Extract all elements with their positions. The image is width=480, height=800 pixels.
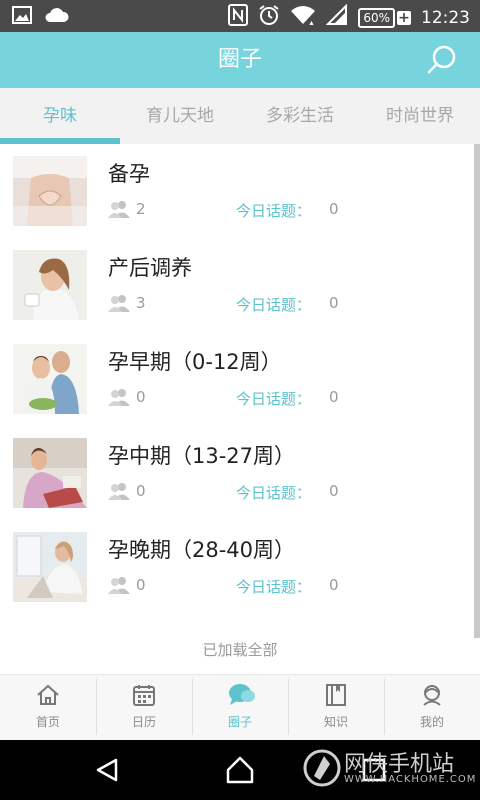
battery-level: 60% — [358, 7, 395, 28]
list-item[interactable]: 备孕 2 今日话题： 0 — [0, 144, 476, 238]
group-name: 产后调养 — [108, 256, 192, 280]
topics-label: 今日话题： — [236, 390, 312, 408]
group-thumbnail — [13, 438, 87, 508]
topics-count: 0 — [329, 294, 339, 312]
nav-calendar[interactable]: 日历 — [96, 675, 192, 741]
image-icon — [12, 6, 32, 28]
app-header: 圈子 — [0, 32, 480, 88]
calendar-icon — [132, 683, 156, 707]
nav-label: 知识 — [323, 715, 348, 729]
member-count: 0 — [136, 482, 146, 500]
nfc-icon — [228, 4, 249, 31]
tab-fashion[interactable]: 时尚世界 — [360, 88, 480, 144]
scrollbar[interactable] — [474, 144, 480, 638]
topics-count: 0 — [329, 200, 339, 218]
topics-label: 今日话题： — [236, 296, 312, 314]
page-title: 圈子 — [217, 47, 262, 72]
tab-lifestyle[interactable]: 多彩生活 — [240, 88, 360, 144]
home-button-icon[interactable] — [224, 754, 256, 786]
topics-label: 今日话题： — [236, 484, 312, 502]
category-tabs: 孕味 育儿天地 多彩生活 时尚世界 — [0, 88, 480, 144]
members-icon — [108, 293, 130, 313]
profile-icon — [420, 683, 444, 707]
topics-count: 0 — [329, 388, 339, 406]
members-icon — [108, 575, 130, 595]
chat-bubbles-icon — [228, 683, 255, 707]
list-item[interactable]: 孕晚期（28-40周） 0 今日话题： 0 — [0, 520, 476, 614]
topics-label: 今日话题： — [236, 578, 312, 596]
wifi-icon: ▲▼ — [290, 4, 322, 31]
group-thumbnail — [13, 156, 87, 226]
svg-text:▲▼: ▲▼ — [308, 20, 316, 26]
members-icon — [108, 199, 130, 219]
system-nav-bar: 网侠手机站 WWW.HACKHOME.COM — [0, 740, 480, 800]
battery-charging-icon: 60% + — [358, 7, 411, 28]
members-icon — [108, 387, 130, 407]
search-icon[interactable] — [426, 44, 458, 76]
back-icon[interactable] — [92, 754, 124, 786]
nav-mine[interactable]: 我的 — [384, 675, 480, 741]
group-name: 孕早期（0-12周） — [108, 350, 282, 374]
all-loaded-text: 已加载全部 — [202, 641, 278, 659]
nav-home[interactable]: 首页 — [0, 675, 96, 741]
group-thumbnail — [13, 532, 87, 602]
list-item[interactable]: 孕中期（13-27周） 0 今日话题： 0 — [0, 426, 476, 520]
home-icon — [36, 683, 60, 707]
tab-parenting[interactable]: 育儿天地 — [120, 88, 240, 144]
list-item[interactable]: 孕早期（0-12周） 0 今日话题： 0 — [0, 332, 476, 426]
group-name: 孕晚期（28-40周） — [108, 538, 296, 562]
group-name: 备孕 — [108, 162, 150, 186]
nav-label: 圈子 — [227, 715, 252, 729]
members-icon — [108, 481, 130, 501]
member-count: 0 — [136, 388, 146, 406]
watermark-url: WWW.HACKHOME.COM — [344, 774, 477, 785]
cloud-icon — [44, 6, 70, 28]
signal-icon — [325, 3, 348, 31]
nav-label: 首页 — [35, 715, 60, 729]
book-icon — [324, 683, 348, 707]
member-count: 3 — [136, 294, 146, 312]
group-thumbnail — [13, 344, 87, 414]
bottom-nav: 首页 日历 圈子 知识 我的 — [0, 674, 480, 741]
list-item[interactable]: 产后调养 3 今日话题： 0 — [0, 238, 476, 332]
nav-label: 我的 — [419, 715, 444, 729]
nav-knowledge[interactable]: 知识 — [288, 675, 384, 741]
status-bar: ▲▼ 60% + 12:23 — [0, 0, 480, 32]
topics-label: 今日话题： — [236, 202, 312, 220]
watermark-logo-icon — [303, 749, 341, 787]
watermark: 网侠手机站 WWW.HACKHOME.COM — [302, 746, 475, 794]
clock: 12:23 — [421, 7, 470, 28]
tab-yunwei[interactable]: 孕味 — [0, 88, 120, 144]
topics-count: 0 — [329, 576, 339, 594]
group-name: 孕中期（13-27周） — [108, 444, 296, 468]
nav-circle[interactable]: 圈子 — [192, 675, 288, 741]
group-thumbnail — [13, 250, 87, 320]
nav-label: 日历 — [131, 715, 156, 729]
alarm-icon — [258, 4, 280, 31]
member-count: 0 — [136, 576, 146, 594]
member-count: 2 — [136, 200, 146, 218]
topics-count: 0 — [329, 482, 339, 500]
